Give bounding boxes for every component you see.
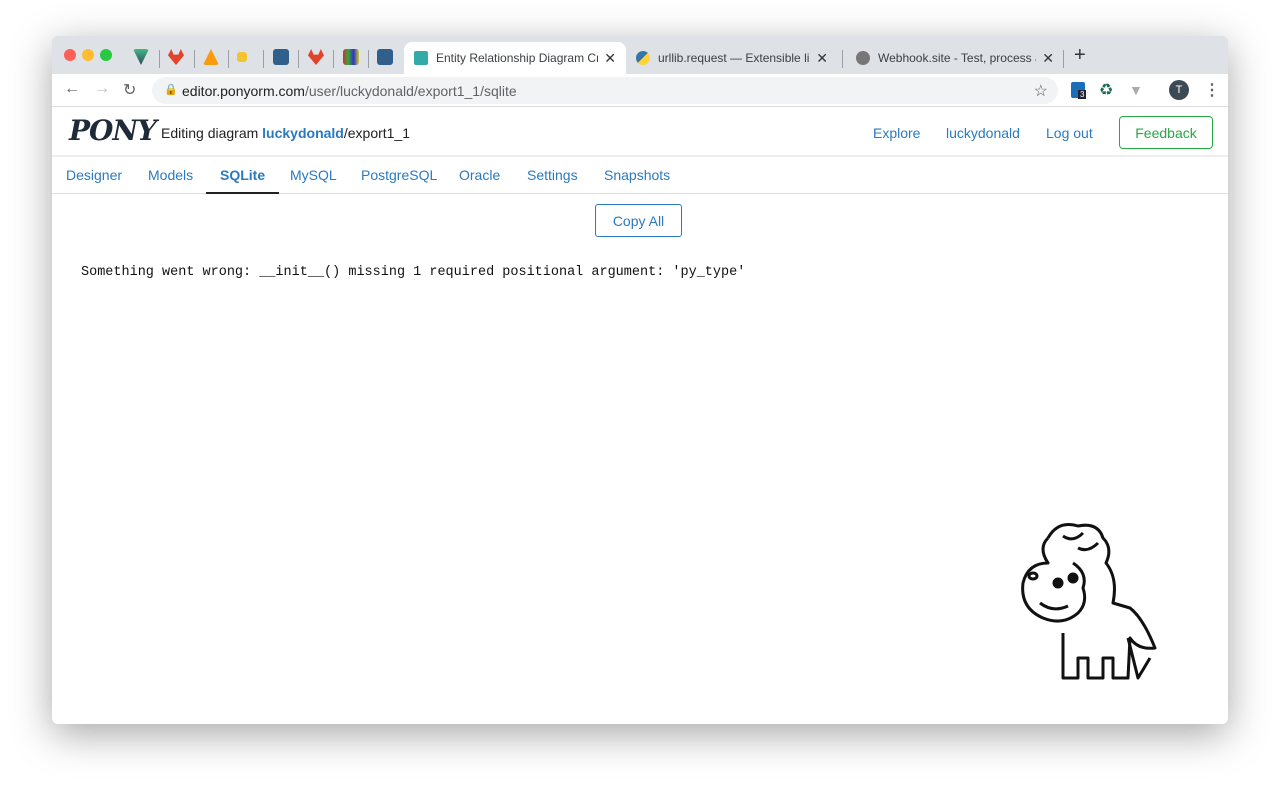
tab-designer[interactable]: Designer [66, 167, 122, 183]
close-tab-icon[interactable]: ✕ [816, 50, 828, 67]
tab-postgresql[interactable]: PostgreSQL [361, 167, 437, 183]
tab-mysql[interactable]: MySQL [290, 167, 337, 183]
extension-icon[interactable]: 3 [1071, 82, 1087, 99]
python-favicon-icon [636, 51, 650, 65]
close-tab-icon[interactable]: ✕ [1042, 50, 1054, 67]
tab-models[interactable]: Models [148, 167, 193, 183]
logout-link[interactable]: Log out [1046, 125, 1093, 141]
reload-icon[interactable]: ↻ [123, 80, 136, 100]
pinned-tab-phpmyadmin[interactable] [203, 49, 219, 65]
user-link[interactable]: luckydonald [946, 125, 1020, 141]
maximize-window-button[interactable] [100, 49, 112, 61]
app-header: PONY Editing diagram luckydonald/export1… [52, 108, 1228, 157]
pony-logo[interactable]: PONY [69, 114, 157, 147]
menu-icon[interactable]: ⋮ [1204, 80, 1220, 100]
close-tab-icon[interactable]: ✕ [604, 50, 616, 67]
pinned-tab-python[interactable] [237, 52, 247, 62]
browser-window: Entity Relationship Diagram Cr ✕ urllib.… [52, 36, 1228, 724]
tab-webhook[interactable]: Webhook.site - Test, process a ✕ [846, 42, 1064, 74]
explore-link[interactable]: Explore [873, 125, 920, 141]
page-title: Editing diagram luckydonald/export1_1 [161, 125, 411, 141]
forward-icon[interactable]: → [94, 80, 110, 98]
pony-favicon-icon [414, 51, 428, 65]
tab-urllib[interactable]: urllib.request — Extensible libr ✕ [626, 42, 838, 74]
feedback-button[interactable]: Feedback [1119, 116, 1213, 149]
tab-oracle[interactable]: Oracle [459, 167, 500, 183]
profile-avatar[interactable]: T [1169, 80, 1189, 100]
pinned-tab-windows[interactable] [343, 49, 359, 65]
copy-all-button[interactable]: Copy All [595, 204, 682, 237]
new-tab-button[interactable]: + [1074, 44, 1086, 67]
tab-strip: Entity Relationship Diagram Cr ✕ urllib.… [52, 36, 1228, 74]
tab-erd[interactable]: Entity Relationship Diagram Cr ✕ [404, 42, 626, 74]
pinned-tab-vue[interactable] [133, 49, 149, 65]
pony-mascot-icon [1021, 523, 1157, 680]
pinned-tab-gitlab-2[interactable] [308, 49, 324, 65]
pinned-tab-app-2[interactable] [377, 49, 393, 65]
minimize-window-button[interactable] [82, 49, 94, 61]
lock-icon: 🔒 [164, 84, 178, 96]
tab-nav: Designer Models SQLite MySQL PostgreSQL … [52, 158, 1228, 194]
close-window-button[interactable] [64, 49, 76, 61]
bookmark-star-icon[interactable]: ☆ [1034, 81, 1048, 101]
webhook-favicon-icon [856, 51, 870, 65]
tab-sqlite[interactable]: SQLite [206, 167, 280, 194]
pinned-tab-app[interactable] [273, 49, 289, 65]
back-icon[interactable]: ← [64, 80, 80, 98]
browser-toolbar: ← → ↻ 🔒 editor.ponyorm.com/user/luckydon… [52, 74, 1228, 107]
vue-extension-icon[interactable]: ▼ [1129, 82, 1143, 98]
address-bar[interactable]: 🔒 editor.ponyorm.com/user/luckydonald/ex… [152, 77, 1058, 104]
error-message: Something went wrong: __init__() missing… [81, 265, 746, 280]
pinned-tab-gitlab[interactable] [168, 49, 184, 65]
tab-settings[interactable]: Settings [527, 167, 578, 183]
tab-snapshots[interactable]: Snapshots [604, 167, 670, 183]
recycle-extension-icon[interactable]: ♻ [1099, 80, 1113, 100]
owner-link[interactable]: luckydonald [262, 125, 344, 141]
